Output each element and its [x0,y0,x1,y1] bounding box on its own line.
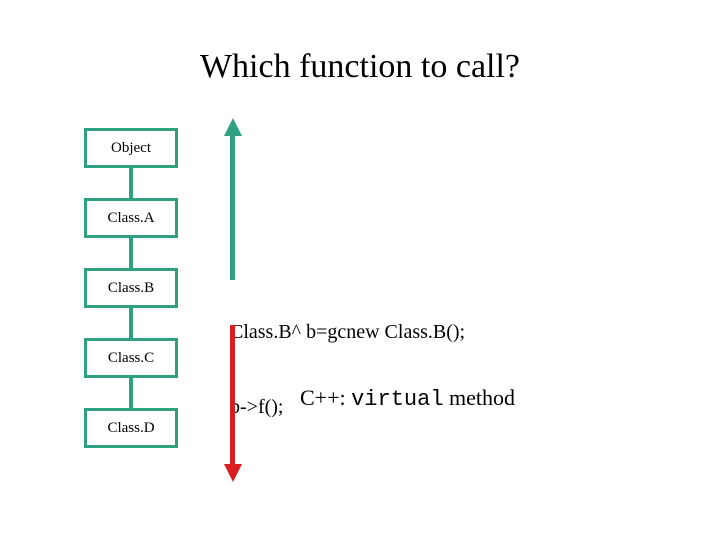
code-snippet: Class.B^ b=gcnew Class.B(); b->f(); [230,270,465,445]
virtual-note: C++: virtual method [300,385,515,412]
class-box-label: Class.D [107,420,154,437]
arrow-down-icon [224,464,242,482]
class-box-a: Class.A [84,198,178,238]
slide-title: Which function to call? [0,48,720,86]
class-box-label: Class.C [108,350,154,367]
class-box-label: Class.A [107,210,154,227]
class-box-c: Class.C [84,338,178,378]
class-box-b: Class.B [84,268,178,308]
note-suffix: method [444,385,516,410]
class-box-object: Object [84,128,178,168]
arrow-down-shaft [230,325,235,465]
code-line: Class.B^ b=gcnew Class.B(); [230,320,465,345]
note-prefix: C++: [300,385,351,410]
inheritance-connector [129,238,133,268]
inheritance-connector [129,378,133,408]
class-box-label: Object [111,140,151,157]
class-box-label: Class.B [108,280,154,297]
arrow-up-shaft [230,135,235,280]
inheritance-connector [129,168,133,198]
class-box-d: Class.D [84,408,178,448]
arrow-up-icon [224,118,242,136]
note-keyword: virtual [351,387,443,412]
inheritance-connector [129,308,133,338]
